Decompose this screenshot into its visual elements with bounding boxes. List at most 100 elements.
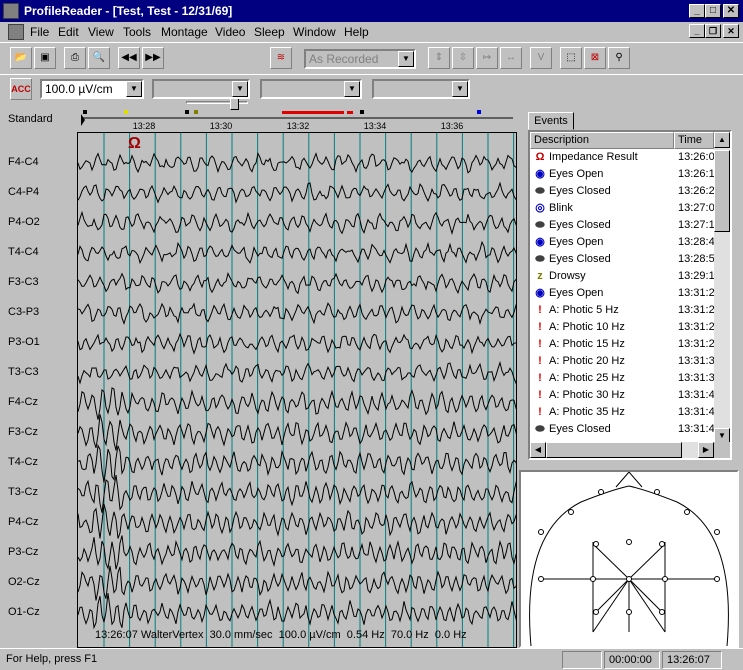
event-row[interactable]: ⬬ Eyes Closed 13:28:5 [530,251,714,268]
scroll-right-icon[interactable]: ▶ [698,442,714,458]
scroll-up-icon[interactable]: ▲ [714,132,730,148]
event-row[interactable]: ◉ Eyes Open 13:26:1 [530,166,715,183]
close-button[interactable]: ✕ [723,4,739,18]
channel-label[interactable]: F4-C4 [8,156,39,168]
save-button[interactable]: ▣ [34,47,56,69]
mdi-restore-button[interactable]: ❐ [705,24,721,38]
page-back-button[interactable]: ◀◀ [118,47,140,69]
event-row[interactable]: ⬬ Eyes Closed 13:27:1 [530,217,714,234]
event-row[interactable]: ◎ Blink 13:27:0 [530,200,715,217]
scroll-left-icon[interactable]: ◀ [530,442,546,458]
event-row[interactable]: ! A: Photic 35 Hz 13:31:4 [530,404,715,421]
document-icon[interactable] [8,24,24,40]
menu-video[interactable]: Video [215,25,245,39]
column-header-time[interactable]: Time [674,132,714,149]
event-row[interactable]: z Drowsy 13:29:1 [530,268,714,285]
filter-select-1[interactable]: ▼ [152,79,250,99]
electrode-link [628,543,666,580]
montage-name[interactable]: Standard [8,113,53,125]
page-forward-button[interactable]: ▶▶ [142,47,164,69]
timeline-svg: 13:28 13:30 13:32 13:34 13:36 [81,110,513,131]
menu-tools[interactable]: Tools [123,25,151,39]
montage-v-button[interactable]: V [530,47,552,69]
channel-label[interactable]: P3-Cz [8,546,39,558]
decrease-gain-button[interactable]: ⇳ [452,47,474,69]
channel-label[interactable]: C3-P3 [8,306,39,318]
minimize-button[interactable]: _ [689,4,705,18]
channel-label[interactable]: C4-P4 [8,186,39,198]
electrode-head-map[interactable] [519,470,739,648]
sensitivity-select[interactable]: 100.0 µV/cm ▼ [40,79,144,99]
narrow-time-button[interactable]: ↦ [476,47,498,69]
channel-label[interactable]: T3-C3 [8,366,39,378]
channel-label[interactable]: O1-Cz [8,606,40,618]
channel-label[interactable]: O2-Cz [8,576,40,588]
column-header-description[interactable]: Description [530,132,674,149]
event-row[interactable]: ⬬ Eyes Closed 13:31:4 [530,421,714,438]
print-button[interactable]: ⎙ [64,47,86,69]
channel-label[interactable]: T3-Cz [8,486,38,498]
timeline[interactable]: 13:28 13:30 13:32 13:34 13:36 [77,106,517,132]
filter-select-2[interactable]: ▼ [260,79,362,99]
filter-select-3[interactable]: ▼ [372,79,470,99]
eeg-trace-panel[interactable]: Ω [77,132,517,648]
menu-window[interactable]: Window [293,25,336,39]
photic-icon: ! [538,321,542,333]
event-row[interactable]: ! A: Photic 15 Hz 13:31:2 [530,336,715,353]
event-row[interactable]: ! A: Photic 10 Hz 13:31:2 [530,319,715,336]
event-row[interactable]: ! A: Photic 25 Hz 13:31:3 [530,370,715,387]
menu-montage[interactable]: Montage [161,25,208,39]
menu-sleep[interactable]: Sleep [254,25,285,39]
menu-view[interactable]: View [88,25,114,39]
events-list[interactable]: Description Time Ω Impedance Result 13:26:… [528,130,732,460]
events-horizontal-scrollbar[interactable]: ◀ ▶ [530,442,714,458]
event-row[interactable]: ! A: Photic 20 Hz 13:31:3 [530,353,715,370]
channel-label[interactable]: F3-C3 [8,276,39,288]
channel-label[interactable]: P4-Cz [8,516,39,528]
chevron-down-icon[interactable]: ▼ [126,81,142,97]
channel-label[interactable]: T4-C4 [8,246,39,258]
event-row[interactable]: ! A: Photic 30 Hz 13:31:4 [530,387,715,404]
mdi-minimize-button[interactable]: _ [689,24,705,38]
tab-events[interactable]: Events [528,112,574,130]
channel-label[interactable]: P3-O1 [8,336,40,348]
event-row[interactable]: ◉ Eyes Open 13:31:2 [530,285,715,302]
event-row[interactable]: ⬬ Eyes Closed 13:26:2 [530,183,714,200]
chevron-down-icon[interactable]: ▼ [344,81,360,97]
electrode-link [592,578,630,633]
open-folder-button[interactable]: 📂 [10,47,32,69]
chevron-down-icon[interactable]: ▼ [232,81,248,97]
measure-button[interactable]: ⊠ [584,47,606,69]
impedance-marker-icon[interactable]: Ω [128,135,141,153]
channel-label[interactable]: F3-Cz [8,426,38,438]
event-row[interactable]: ◉ Eyes Open 13:28:4 [530,234,715,251]
menu-help[interactable]: Help [344,25,369,39]
electrode-dot [659,609,665,615]
events-vertical-scrollbar[interactable]: ▲ ▼ [714,132,730,444]
chevron-down-icon[interactable]: ▼ [398,51,414,67]
event-row[interactable]: Ω Impedance Result 13:26:0 [530,149,715,166]
chevron-down-icon[interactable]: ▼ [452,81,468,97]
menu-file[interactable]: File [30,25,49,39]
scroll-thumb[interactable] [714,150,730,232]
select-region-button[interactable]: ⬚ [560,47,582,69]
event-row[interactable]: ! A: Photic 5 Hz 13:31:2 [530,302,715,319]
channel-label[interactable]: T4-Cz [8,456,38,468]
hscroll-thumb[interactable] [546,442,682,458]
maximize-button[interactable]: □ [705,4,721,18]
menu-edit[interactable]: Edit [58,25,79,39]
acc-button[interactable]: ACC [10,78,32,100]
display-mode-select[interactable]: As Recorded ▼ [304,49,416,69]
timeline-cursor-icon[interactable] [81,114,85,126]
channel-label[interactable]: P4-O2 [8,216,40,228]
print-preview-button[interactable]: 🔍 [88,47,110,69]
widen-time-button[interactable]: ↔ [500,47,522,69]
eeg-trace [78,360,516,385]
window-title: ProfileReader - [Test, Test - 12/31/69] [24,4,233,18]
increase-gain-button[interactable]: ⇕ [428,47,450,69]
app-icon[interactable] [3,3,19,19]
mdi-close-button[interactable]: ✕ [723,24,739,38]
zoom-button[interactable]: ⚲ [608,47,630,69]
channel-label[interactable]: F4-Cz [8,396,38,408]
wave-display-button[interactable]: ≋ [270,47,292,69]
